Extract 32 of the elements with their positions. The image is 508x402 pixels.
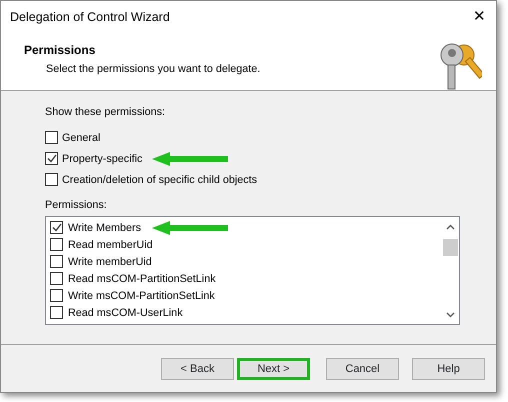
checkbox[interactable] [50, 238, 63, 252]
keys-icon [438, 41, 482, 91]
checkbox-label[interactable]: Read msCOM-UserLink [68, 304, 183, 321]
checkbox-label[interactable]: Read msCOM-PartitionSetLink [68, 270, 216, 287]
checkbox[interactable] [50, 255, 63, 268]
checkbox[interactable] [45, 152, 58, 166]
checkbox[interactable] [45, 173, 58, 186]
checkbox[interactable] [45, 131, 58, 144]
checkbox[interactable] [50, 221, 63, 234]
checkbox-label[interactable]: Write msCOM-PartitionSetLink [68, 288, 215, 304]
checkbox-label[interactable]: Write memberUid [68, 254, 152, 270]
checkbox-label[interactable]: General [62, 130, 100, 146]
scroll-up-icon[interactable] [446, 224, 455, 230]
wizard-button[interactable]: Cancel [326, 358, 399, 380]
checkbox-label[interactable]: Read memberUid [68, 236, 153, 253]
wizard-button[interactable]: Help [412, 358, 485, 380]
checkbox[interactable] [50, 272, 63, 286]
section-label: Permissions: [45, 198, 108, 214]
checkbox[interactable] [50, 306, 63, 320]
page-heading: Permissions [24, 42, 96, 59]
checkbox-label[interactable]: Creation/deletion of specific child objects [62, 172, 258, 188]
checkbox-label[interactable]: Property-specific [62, 150, 142, 167]
wizard-button[interactable]: Next > [237, 358, 310, 380]
wizard-button[interactable]: < Back [161, 358, 234, 380]
scroll-down-icon[interactable] [446, 312, 455, 318]
checkbox[interactable] [50, 289, 63, 302]
page-subtitle: Select the permissions you want to delegate. [45, 62, 260, 77]
checkbox-label[interactable]: Write Members [68, 220, 141, 236]
window-title: Delegation of Control Wizard [10, 8, 170, 26]
close-icon[interactable]: ✕ [473, 6, 486, 28]
scrollbar-thumb[interactable] [443, 239, 458, 256]
section-label: Show these permissions: [45, 105, 166, 120]
